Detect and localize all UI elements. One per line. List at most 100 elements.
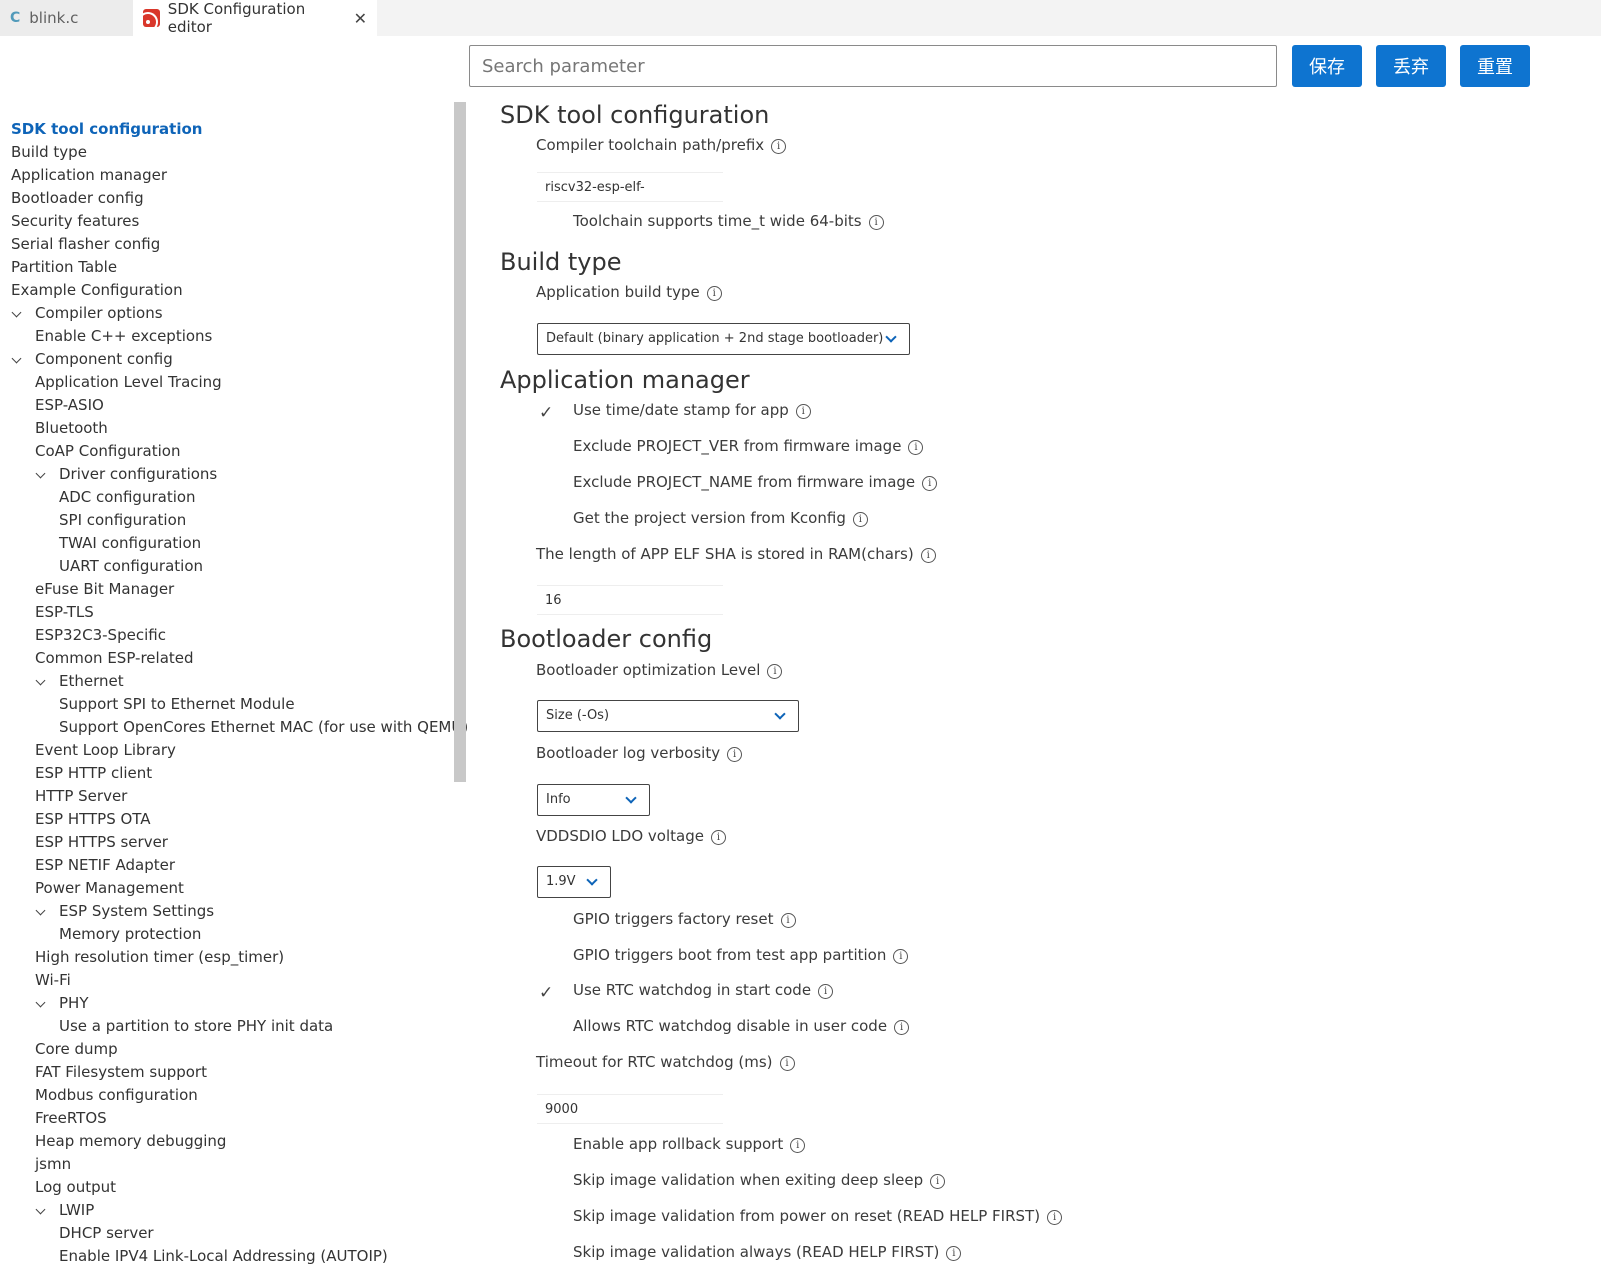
- info-icon[interactable]: i: [767, 664, 783, 679]
- sidebar-item-uart-configuration[interactable]: UART configuration: [11, 555, 451, 578]
- sidebar-item-freertos[interactable]: FreeRTOS: [11, 1107, 451, 1130]
- gpio-factory-reset-option[interactable]: GPIO triggers factory reset i: [573, 910, 796, 928]
- close-icon[interactable]: ✕: [354, 9, 367, 28]
- sidebar-scrollbar[interactable]: [454, 102, 466, 782]
- rtc-watchdog-disable-option[interactable]: Allows RTC watchdog disable in user code…: [573, 1017, 910, 1035]
- info-icon[interactable]: i: [920, 548, 936, 563]
- sidebar-item-http-server[interactable]: HTTP Server: [11, 785, 451, 808]
- sidebar-item-app-level-tracing[interactable]: Application Level Tracing: [11, 371, 451, 394]
- sidebar-item-dhcp-server[interactable]: DHCP server: [11, 1222, 451, 1245]
- sidebar-item-wi-fi[interactable]: Wi-Fi: [11, 969, 451, 992]
- sidebar-item-esp-netif-adapter[interactable]: ESP NETIF Adapter: [11, 854, 451, 877]
- tab-sdk-config-editor[interactable]: SDK Configuration editor ✕: [133, 0, 377, 36]
- sidebar-item-fat-filesystem[interactable]: FAT Filesystem support: [11, 1061, 451, 1084]
- info-icon[interactable]: i: [795, 404, 811, 419]
- sidebar-item-esp-https-server[interactable]: ESP HTTPS server: [11, 831, 451, 854]
- exclude-project-name-option[interactable]: Exclude PROJECT_NAME from firmware image…: [573, 473, 938, 491]
- sidebar-item-esp-tls[interactable]: ESP-TLS: [11, 601, 451, 624]
- sidebar-item-ethernet[interactable]: Ethernet: [11, 670, 451, 693]
- sidebar-item-spi-configuration[interactable]: SPI configuration: [11, 509, 451, 532]
- info-icon[interactable]: i: [893, 949, 909, 964]
- info-icon[interactable]: i: [946, 1246, 962, 1261]
- checkmark-icon[interactable]: ✓: [539, 403, 553, 423]
- info-icon[interactable]: i: [706, 286, 722, 301]
- info-icon[interactable]: i: [710, 830, 726, 845]
- tab-blink-c[interactable]: C blink.c: [0, 0, 133, 36]
- info-icon[interactable]: i: [771, 139, 787, 154]
- checkmark-icon[interactable]: ✓: [539, 983, 553, 1003]
- sidebar-item-sdk-tool-configuration[interactable]: SDK tool configuration: [11, 118, 451, 141]
- reset-button[interactable]: 重置: [1460, 45, 1530, 87]
- app-rollback-option[interactable]: Enable app rollback support i: [573, 1135, 806, 1153]
- sidebar-item-twai-configuration[interactable]: TWAI configuration: [11, 532, 451, 555]
- sidebar-item-coap-configuration[interactable]: CoAP Configuration: [11, 440, 451, 463]
- skip-validation-always-option[interactable]: Skip image validation always (READ HELP …: [573, 1243, 962, 1261]
- sidebar-item-spi-ethernet-module[interactable]: Support SPI to Ethernet Module: [11, 693, 451, 716]
- sidebar-item-component-config[interactable]: Component config: [11, 348, 451, 371]
- sidebar-item-lwip[interactable]: LWIP: [11, 1199, 451, 1222]
- sidebar-item-event-loop-library[interactable]: Event Loop Library: [11, 739, 451, 762]
- sidebar-item-esp-http-client[interactable]: ESP HTTP client: [11, 762, 451, 785]
- sidebar-item-bluetooth[interactable]: Bluetooth: [11, 417, 451, 440]
- chevron-down-icon[interactable]: [11, 307, 22, 318]
- info-icon[interactable]: i: [818, 984, 834, 999]
- sidebar-item-partition-table[interactable]: Partition Table: [11, 256, 451, 279]
- skip-validation-power-on-option[interactable]: Skip image validation from power on rese…: [573, 1207, 1063, 1225]
- search-input[interactable]: [469, 45, 1277, 87]
- sidebar-item-bootloader-config[interactable]: Bootloader config: [11, 187, 451, 210]
- sidebar-item-jsmn[interactable]: jsmn: [11, 1153, 451, 1176]
- info-icon[interactable]: i: [727, 747, 743, 762]
- discard-button[interactable]: 丢弃: [1376, 45, 1446, 87]
- chevron-down-icon[interactable]: [35, 997, 46, 1008]
- info-icon[interactable]: i: [790, 1138, 806, 1153]
- sidebar-item-heap-memory-debugging[interactable]: Heap memory debugging: [11, 1130, 451, 1153]
- kconfig-version-option[interactable]: Get the project version from Kconfig i: [573, 509, 868, 527]
- info-icon[interactable]: i: [908, 440, 924, 455]
- toolchain-prefix-input[interactable]: [537, 172, 723, 202]
- sidebar-item-phy-init-partition[interactable]: Use a partition to store PHY init data: [11, 1015, 451, 1038]
- info-icon[interactable]: i: [779, 1056, 795, 1071]
- skip-validation-deep-sleep-option[interactable]: Skip image validation when exiting deep …: [573, 1171, 946, 1189]
- info-icon[interactable]: i: [780, 913, 796, 928]
- info-icon[interactable]: i: [1047, 1210, 1063, 1225]
- sidebar-item-security-features[interactable]: Security features: [11, 210, 451, 233]
- chevron-down-icon[interactable]: [11, 353, 22, 364]
- sidebar-item-driver-configurations[interactable]: Driver configurations: [11, 463, 451, 486]
- sidebar-item-modbus-configuration[interactable]: Modbus configuration: [11, 1084, 451, 1107]
- sidebar-item-log-output[interactable]: Log output: [11, 1176, 451, 1199]
- sidebar-item-example-configuration[interactable]: Example Configuration: [11, 279, 451, 302]
- info-icon[interactable]: i: [922, 476, 938, 491]
- sidebar-item-adc-configuration[interactable]: ADC configuration: [11, 486, 451, 509]
- time-t-64bit-option[interactable]: Toolchain supports time_t wide 64-bits i: [573, 212, 884, 230]
- sidebar-item-application-manager[interactable]: Application manager: [11, 164, 451, 187]
- sidebar-item-high-resolution-timer[interactable]: High resolution timer (esp_timer): [11, 946, 451, 969]
- sidebar-item-build-type[interactable]: Build type: [11, 141, 451, 164]
- sidebar-item-compiler-options[interactable]: Compiler options: [11, 302, 451, 325]
- sidebar-item-esp-https-ota[interactable]: ESP HTTPS OTA: [11, 808, 451, 831]
- chevron-down-icon[interactable]: [35, 905, 46, 916]
- info-icon[interactable]: i: [894, 1020, 910, 1035]
- rtc-watchdog-timeout-input[interactable]: [537, 1094, 723, 1124]
- sidebar-item-common-esp-related[interactable]: Common ESP-related: [11, 647, 451, 670]
- info-icon[interactable]: i: [868, 215, 884, 230]
- sidebar-item-esp-system-settings[interactable]: ESP System Settings: [11, 900, 451, 923]
- chevron-down-icon[interactable]: [35, 1204, 46, 1215]
- info-icon[interactable]: i: [930, 1174, 946, 1189]
- save-button[interactable]: 保存: [1292, 45, 1362, 87]
- bootloader-optimization-select[interactable]: Size (-Os): [537, 700, 799, 732]
- sidebar-item-esp32c3-specific[interactable]: ESP32C3-Specific: [11, 624, 451, 647]
- sidebar-item-efuse-bit-manager[interactable]: eFuse Bit Manager: [11, 578, 451, 601]
- sidebar-item-phy[interactable]: PHY: [11, 992, 451, 1015]
- gpio-test-app-option[interactable]: GPIO triggers boot from test app partiti…: [573, 946, 909, 964]
- sidebar-item-opencores-ethernet-mac[interactable]: Support OpenCores Ethernet MAC (for use …: [11, 716, 468, 739]
- sidebar-item-power-management[interactable]: Power Management: [11, 877, 451, 900]
- bootloader-log-verbosity-select[interactable]: Info: [537, 784, 650, 816]
- info-icon[interactable]: i: [852, 512, 868, 527]
- elf-sha-length-input[interactable]: [537, 585, 723, 615]
- sidebar-item-serial-flasher-config[interactable]: Serial flasher config: [11, 233, 451, 256]
- timestamp-option[interactable]: Use time/date stamp for app i: [573, 401, 811, 419]
- sidebar-item-enable-cpp-exceptions[interactable]: Enable C++ exceptions: [11, 325, 451, 348]
- sidebar-item-ipv4-autoip[interactable]: Enable IPV4 Link-Local Addressing (AUTOI…: [11, 1245, 451, 1268]
- exclude-project-ver-option[interactable]: Exclude PROJECT_VER from firmware image i: [573, 437, 924, 455]
- vddsdio-voltage-select[interactable]: 1.9V: [537, 866, 611, 898]
